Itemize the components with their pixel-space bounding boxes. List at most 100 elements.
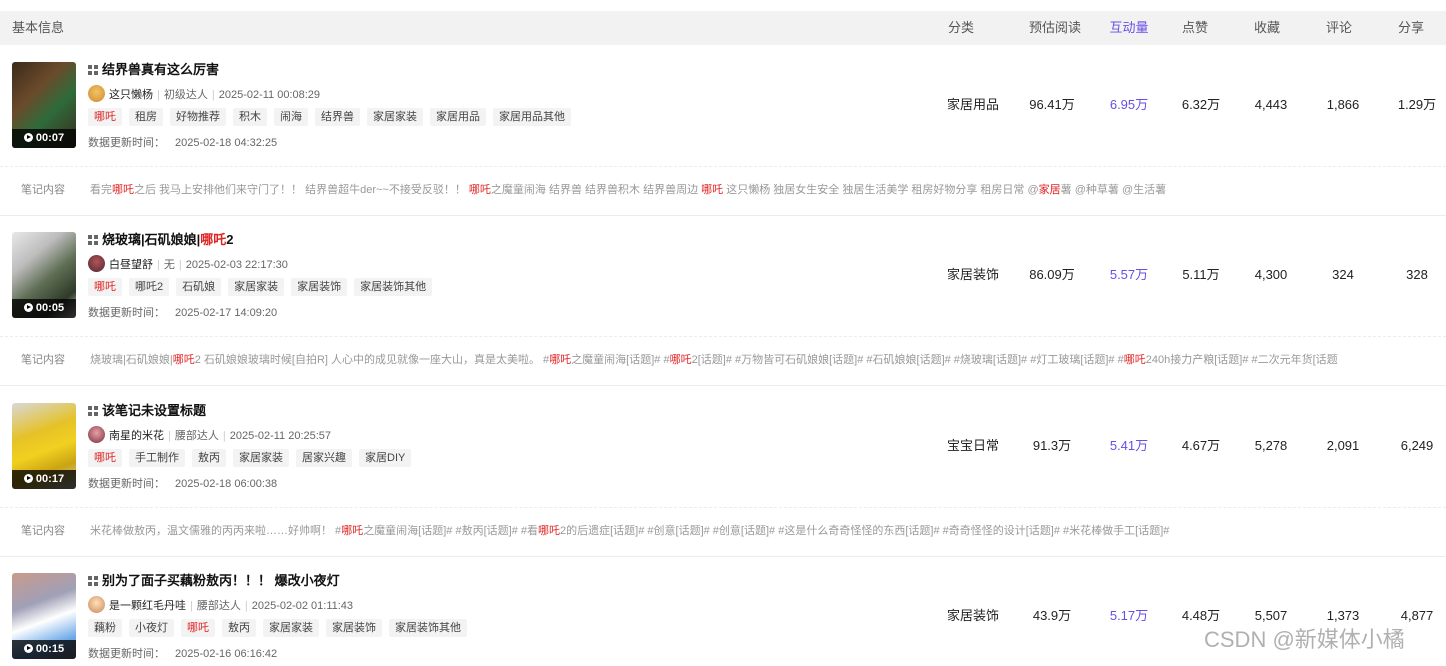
note-type-icon [88, 65, 98, 75]
tag[interactable]: 敖丙 [222, 619, 256, 637]
stat-est-reads: 86.09万 [1029, 267, 1075, 282]
avatar[interactable] [88, 596, 105, 613]
stat-favorites: 5,507 [1254, 608, 1288, 623]
author-name[interactable]: 这只懒杨 [109, 89, 153, 101]
header-shares[interactable]: 分享 [1398, 11, 1424, 45]
tag[interactable]: 藕粉 [88, 619, 122, 637]
tag[interactable]: 家居DIY [359, 449, 412, 467]
tag[interactable]: 哪吒2 [129, 278, 170, 296]
content-segment: 烧玻璃|石矶娘娘| [90, 354, 173, 366]
note-thumbnail[interactable]: 00:05 [12, 232, 76, 318]
tag[interactable]: 闹海 [274, 108, 308, 126]
stat-category: 宝宝日常 [946, 438, 1000, 453]
video-duration: 00:05 [12, 299, 76, 318]
note-content: 笔记内容 看完哪吒之后 我马上安排他们来守门了！！ 结界兽超牛der~~不接受反驳… [0, 180, 1446, 200]
author-name[interactable]: 是一颗红毛丹哇 [109, 600, 186, 612]
stat-interactions: 5.57万 [1109, 267, 1149, 282]
note-type-icon [88, 406, 98, 416]
tag[interactable]: 家居家装 [263, 619, 319, 637]
tag[interactable]: 石矶娘 [176, 278, 222, 296]
tag[interactable]: 手工制作 [129, 449, 185, 467]
stat-comments: 1,373 [1326, 608, 1360, 623]
avatar[interactable] [88, 85, 105, 102]
header-est-reads[interactable]: 预估阅读 [1029, 11, 1081, 45]
content-text: 看完哪吒之后 我马上安排他们来守门了！！ 结界兽超牛der~~不接受反驳！！ 哪… [90, 180, 1166, 200]
title-text: 哪吒 [200, 232, 227, 247]
stat-likes: 4.67万 [1181, 438, 1221, 453]
data-update-time: 数据更新时间： 2025-02-18 06:00:38 [88, 476, 277, 492]
content-segment: 哪吒 [549, 354, 572, 366]
content-label: 笔记内容 [21, 184, 65, 196]
tag[interactable]: 哪吒 [88, 449, 122, 467]
tag[interactable]: 积木 [233, 108, 267, 126]
avatar[interactable] [88, 255, 105, 272]
content-segment: 薯 @种草薯 @生活薯 [1060, 184, 1167, 196]
tag[interactable]: 家居装饰其他 [354, 278, 433, 296]
note-thumbnail[interactable]: 00:07 [12, 62, 76, 148]
tag[interactable]: 结界兽 [315, 108, 360, 126]
stat-category: 家居装饰 [946, 608, 1000, 623]
author-name[interactable]: 南星的米花 [109, 430, 164, 442]
tag[interactable]: 家居家装 [228, 278, 285, 296]
tag[interactable]: 家居装饰 [326, 619, 382, 637]
tag[interactable]: 家居装饰 [291, 278, 348, 296]
tag[interactable]: 家居用品其他 [493, 108, 571, 126]
header-likes[interactable]: 点赞 [1182, 11, 1208, 45]
note-title[interactable]: 结界兽真有这么厉害 [88, 61, 219, 79]
author-name[interactable]: 白昼望舒 [109, 259, 153, 271]
tag[interactable]: 居家兴趣 [296, 449, 352, 467]
content-label: 笔记内容 [21, 354, 65, 366]
stat-shares: 328 [1406, 267, 1428, 282]
content-segment: 哪吒 [172, 354, 195, 366]
note-thumbnail[interactable]: 00:17 [12, 403, 76, 489]
table-header: 基本信息 分类 预估阅读 互动量 点赞 收藏 评论 分享 [0, 11, 1446, 45]
stat-favorites: 4,300 [1254, 267, 1288, 282]
content-segment: 家居 [1038, 184, 1061, 196]
content-segment: 这只懒杨 独居女生安全 独居生活美学 租房好物分享 租房日常 @ [723, 184, 1039, 196]
content-segment: 哪吒 [468, 184, 491, 196]
note-thumbnail[interactable]: 00:15 [12, 573, 76, 659]
tag[interactable]: 家居家装 [367, 108, 423, 126]
stat-shares: 4,877 [1400, 608, 1434, 623]
header-category[interactable]: 分类 [948, 11, 974, 45]
data-update-time: 数据更新时间： 2025-02-17 14:09:20 [88, 305, 277, 321]
header-favorites[interactable]: 收藏 [1254, 11, 1280, 45]
tag[interactable]: 哪吒 [181, 619, 215, 637]
note-type-icon [88, 576, 98, 586]
note-title[interactable]: 烧玻璃|石矶娘娘|哪吒2 [88, 231, 234, 249]
row-divider [0, 507, 1446, 508]
tag[interactable]: 家居用品 [430, 108, 486, 126]
note-type-icon [88, 235, 98, 245]
note-title[interactable]: 别为了面子买藕粉敖丙！！！ 爆改小夜灯 [88, 572, 340, 590]
row-divider [0, 336, 1446, 337]
stat-likes: 6.32万 [1181, 97, 1221, 112]
tag[interactable]: 租房 [129, 108, 163, 126]
note-content: 笔记内容 米花棒做敖丙，温文儒雅的丙丙来啦……好帅啊！ #哪吒之魔童闹海[话题]#… [0, 521, 1446, 541]
stat-comments: 2,091 [1326, 438, 1360, 453]
content-segment: 之魔童闹海[话题]# # [571, 354, 670, 366]
tag[interactable]: 小夜灯 [129, 619, 174, 637]
tag[interactable]: 家居装饰其他 [389, 619, 467, 637]
header-interactions[interactable]: 互动量 [1109, 11, 1148, 45]
separator: | [178, 259, 182, 271]
stat-shares: 6,249 [1400, 438, 1434, 453]
stat-likes: 4.48万 [1181, 608, 1221, 623]
stat-comments: 324 [1332, 267, 1354, 282]
tag[interactable]: 敖丙 [192, 449, 226, 467]
note-title[interactable]: 该笔记未设置标题 [88, 402, 206, 420]
tag[interactable]: 哪吒 [88, 278, 122, 296]
tag[interactable]: 好物推荐 [170, 108, 226, 126]
content-text: 烧玻璃|石矶娘娘|哪吒2 石矶娘娘玻璃时候[自拍R] 人心中的成见就像一座大山，… [90, 350, 1338, 370]
content-segment: 哪吒 [1123, 354, 1146, 366]
duration-text: 00:15 [35, 643, 65, 655]
tag[interactable]: 哪吒 [88, 108, 122, 126]
video-duration: 00:17 [12, 470, 76, 489]
header-comments[interactable]: 评论 [1326, 11, 1352, 45]
stat-interactions: 6.95万 [1109, 97, 1149, 112]
content-segment: 看完 [90, 184, 112, 196]
author-level: 初级达人 [163, 89, 208, 101]
avatar[interactable] [88, 426, 105, 443]
tag[interactable]: 家居家装 [233, 449, 289, 467]
separator: | [211, 89, 215, 101]
content-segment: 2[话题]# #万物皆可石矶娘娘[话题]# #石矶娘娘[话题]# #烧玻璃[话题… [691, 354, 1124, 366]
